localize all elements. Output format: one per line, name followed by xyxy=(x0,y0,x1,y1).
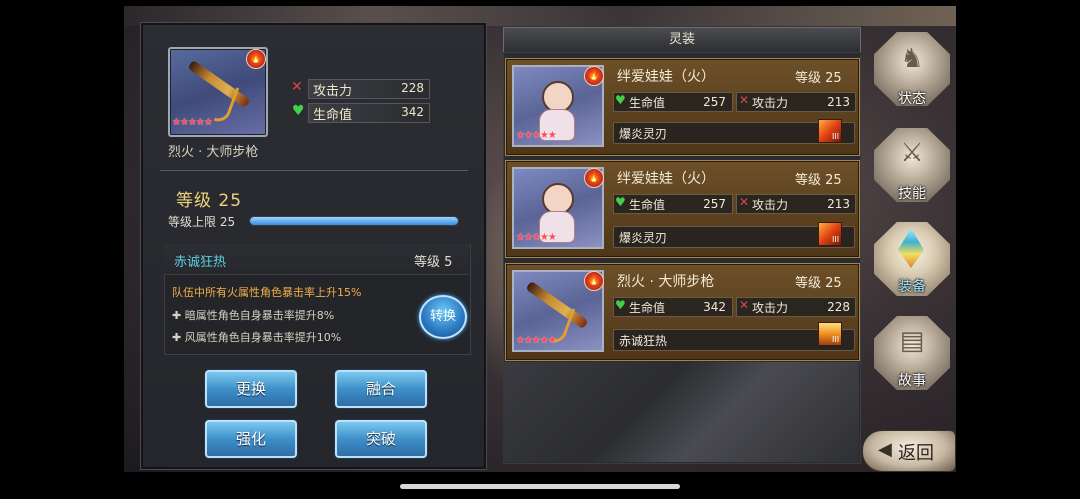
fire-element-icon: 🔥 xyxy=(584,66,604,86)
home-indicator[interactable] xyxy=(400,484,680,489)
spirit-gear-header: 灵装 xyxy=(503,27,861,53)
list-empty-area xyxy=(503,362,859,462)
level-title: 等级 25 xyxy=(176,191,243,211)
book-icon: ▤ xyxy=(899,326,925,356)
sword-icon: ✕ xyxy=(739,298,750,312)
rifle-image xyxy=(187,59,251,109)
divider xyxy=(160,170,468,171)
level-progress-fill xyxy=(250,217,458,225)
nav-equipment-label: 装备 xyxy=(898,279,926,295)
attack-value: 213 xyxy=(827,95,850,109)
skill-rank: III xyxy=(832,132,840,141)
sword-emblem-icon: ⚔ xyxy=(900,138,924,168)
skill-name: 赤诚狂热 xyxy=(174,255,227,270)
item-level: 等级 25 xyxy=(795,276,842,291)
fire-element-icon: 🔥 xyxy=(584,168,604,188)
attack-label: 攻击力 xyxy=(313,84,353,99)
item-skill-name: 爆炎灵刃 xyxy=(619,127,668,141)
hp-label: 生命值 xyxy=(629,198,666,212)
skill-level: 等级 5 xyxy=(414,255,453,270)
attack-label: 攻击力 xyxy=(752,301,789,315)
item-name: 烈火 · 大师步枪 xyxy=(617,274,715,290)
attack-value: 213 xyxy=(827,197,850,211)
back-arrow-icon: ◀ xyxy=(878,439,892,460)
level-progress-bar xyxy=(249,216,459,226)
item-level: 等级 25 xyxy=(795,173,842,188)
sword-icon: ✕ xyxy=(291,79,303,95)
hp-value: 342 xyxy=(401,105,424,119)
replace-button[interactable]: 更换 xyxy=(205,370,297,408)
sword-icon: ✕ xyxy=(739,195,750,209)
skill-effect-line: 队伍中所有火属性角色暴击率上升15% xyxy=(172,286,362,299)
rifle-blade-image xyxy=(213,83,240,126)
sword-icon: ✕ xyxy=(739,93,750,107)
nav-skill-label: 技能 xyxy=(898,186,926,202)
attack-value: 228 xyxy=(827,300,850,314)
attack-label: 攻击力 xyxy=(752,198,789,212)
heart-icon: ♥ xyxy=(615,298,626,312)
skill-rank: III xyxy=(832,235,840,244)
selected-item-name: 烈火 · 大师步枪 xyxy=(168,145,259,160)
hp-value: 257 xyxy=(703,95,726,109)
skill-rank: III xyxy=(832,335,840,344)
hp-label: 生命值 xyxy=(629,301,666,315)
hp-label: 生命值 xyxy=(313,108,353,123)
heart-icon: ♥ xyxy=(292,103,305,119)
heart-icon: ♥ xyxy=(615,195,626,209)
fire-element-icon: 🔥 xyxy=(584,271,604,291)
attack-label: 攻击力 xyxy=(752,96,789,110)
skill-effect-line: ✚ 暗属性角色自身暴击率提升8% xyxy=(172,309,335,322)
hp-value: 257 xyxy=(703,197,726,211)
item-skill-name: 爆炎灵刃 xyxy=(619,231,668,245)
enhance-button[interactable]: 强化 xyxy=(205,420,297,458)
hp-label: 生命值 xyxy=(629,96,666,110)
skill-effect-line: ✚ 风属性角色自身暴击率提升10% xyxy=(172,331,342,344)
item-level: 等级 25 xyxy=(795,71,842,86)
item-skill-name: 赤诚狂热 xyxy=(619,334,668,348)
back-label: 返回 xyxy=(898,443,934,464)
heart-icon: ♥ xyxy=(615,93,626,107)
level-cap: 等级上限 25 xyxy=(168,215,236,229)
item-name: 绊爱娃娃（火） xyxy=(617,69,715,85)
nav-status-label: 状态 xyxy=(898,91,926,107)
rarity-stars: ★★★★★ xyxy=(516,335,557,346)
convert-button[interactable]: 转换 xyxy=(419,295,467,339)
hp-value: 342 xyxy=(703,300,726,314)
nav-story-label: 故事 xyxy=(898,373,926,389)
character-icon: ♞ xyxy=(900,44,924,74)
fire-element-icon: 🔥 xyxy=(246,49,266,69)
rarity-stars: ★★★★★ xyxy=(516,232,557,243)
attack-value: 228 xyxy=(401,81,424,95)
breakthrough-button[interactable]: 突破 xyxy=(335,420,427,458)
rarity-stars: ★★★★★ xyxy=(172,117,213,128)
item-name: 绊爱娃娃（火） xyxy=(617,171,715,187)
fuse-button[interactable]: 融合 xyxy=(335,370,427,408)
rarity-stars: ★★★★★ xyxy=(516,130,557,141)
